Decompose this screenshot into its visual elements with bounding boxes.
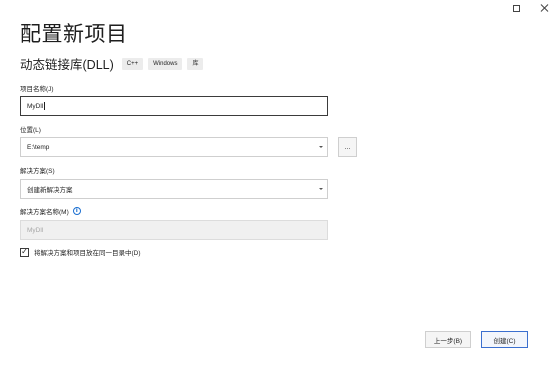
text-caret: [44, 102, 46, 110]
project-name-value: MyDll: [27, 102, 44, 110]
location-value: E:\temp: [27, 143, 50, 151]
same-directory-checkbox[interactable]: ✓: [20, 247, 29, 257]
same-directory-option[interactable]: ✓ 将解决方案和项目放在同一目录中(D): [20, 247, 141, 257]
solution-name-value: MyDll: [27, 226, 44, 234]
location-label: 位置(L): [20, 127, 41, 134]
maximize-icon: [512, 4, 520, 12]
maximize-button[interactable]: [506, 0, 526, 16]
browse-button[interactable]: ...: [338, 137, 357, 157]
same-directory-label[interactable]: 将解决方案和项目放在同一目录中(D): [34, 247, 141, 257]
tag-type: 库: [187, 57, 204, 70]
page-title: 配置新项目: [20, 23, 128, 46]
create-button[interactable]: 创建(C): [481, 331, 528, 348]
back-button[interactable]: 上一步(B): [425, 331, 471, 348]
solution-value: 创建新解决方案: [27, 187, 73, 194]
close-button[interactable]: [534, 0, 554, 16]
solution-label: 解决方案(S): [20, 168, 55, 175]
location-combobox[interactable]: E:\temp: [20, 137, 328, 157]
chevron-down-icon[interactable]: [319, 146, 323, 148]
project-name-label: 项目名称(J): [20, 86, 54, 93]
info-icon[interactable]: i: [72, 207, 81, 215]
tag-language: C++: [121, 57, 144, 70]
tag-platform: Windows: [148, 57, 183, 70]
chevron-down-icon[interactable]: [319, 188, 323, 190]
configure-project-window: 配置新项目 动态链接库(DLL) C++ Windows 库 项目名称(J) M…: [0, 0, 554, 366]
project-name-input[interactable]: MyDll: [20, 96, 328, 116]
solution-name-input[interactable]: MyDll: [20, 220, 328, 240]
template-name: 动态链接库(DLL): [20, 58, 114, 72]
solution-name-label-row: 解决方案名称(M) i: [20, 206, 81, 216]
template-info: 动态链接库(DLL) C++ Windows 库: [20, 54, 208, 73]
solution-dropdown[interactable]: 创建新解决方案: [20, 179, 328, 199]
solution-name-label: 解决方案名称(M): [20, 209, 69, 216]
close-icon: [540, 4, 548, 12]
